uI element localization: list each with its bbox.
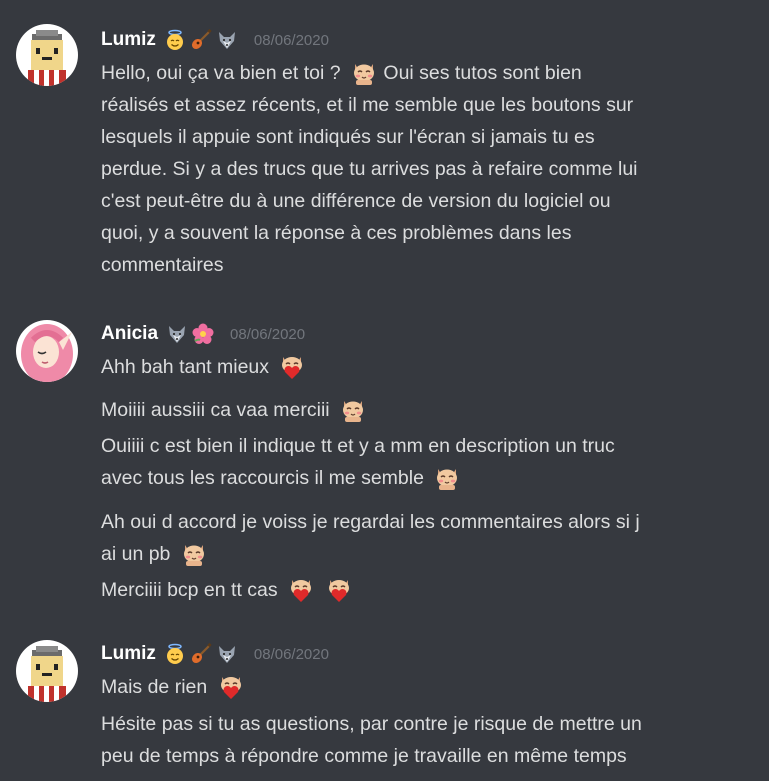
username[interactable]: Lumiz [101,29,156,51]
message-text: Mais de rien [101,671,741,703]
message-text: Hello, oui ça va bien et toi ? Oui ses t… [101,57,741,281]
cat-heart-emoji[interactable] [287,575,315,603]
cat-heart-emoji[interactable] [325,575,353,603]
timestamp[interactable]: 08/06/2020 [254,32,329,49]
avatar-lumiz[interactable] [16,640,78,702]
username[interactable]: Lumiz [101,643,156,665]
avatar-anicia[interactable] [16,320,78,382]
angel-face-icon [164,29,186,51]
cat-heart-emoji[interactable] [217,672,245,700]
message-text: Moiiii aussiii ca vaa merciii [101,394,741,426]
message-text: Ahh bah tant mieux [101,351,741,383]
guitar-icon [190,643,212,665]
timestamp[interactable]: 08/06/2020 [254,646,329,663]
cat-blush-emoji[interactable] [433,463,461,491]
avatar-lumiz[interactable] [16,24,78,86]
wolf-icon [166,323,188,345]
guitar-icon [190,29,212,51]
user-badges [164,643,238,665]
message-text: Ah oui d accord je voiss je regardai les… [101,511,640,567]
angel-face-icon [164,643,186,665]
username[interactable]: Anicia [101,323,158,345]
user-badges [164,29,238,51]
message-header: Lumiz 08/06/2020 [101,28,329,52]
wolf-icon [216,29,238,51]
timestamp[interactable]: 08/06/2020 [230,326,305,343]
cat-blush-emoji[interactable] [339,395,367,423]
message-header: Lumiz 08/06/2020 [101,642,329,666]
hibiscus-icon [192,323,214,345]
cat-blush-emoji[interactable] [350,58,378,86]
cat-blush-emoji[interactable] [180,539,208,567]
message-text: Hésite pas si tu as questions, par contr… [101,713,642,767]
cat-heart-emoji[interactable] [278,352,306,380]
message-text: Ouiiii c est bien il indique tt et y a m… [101,435,615,491]
user-badges [166,323,214,345]
wolf-icon [216,643,238,665]
message-text: Merciiii bcp en tt cas [101,574,741,606]
message-header: Anicia 08/06/2020 [101,322,305,346]
